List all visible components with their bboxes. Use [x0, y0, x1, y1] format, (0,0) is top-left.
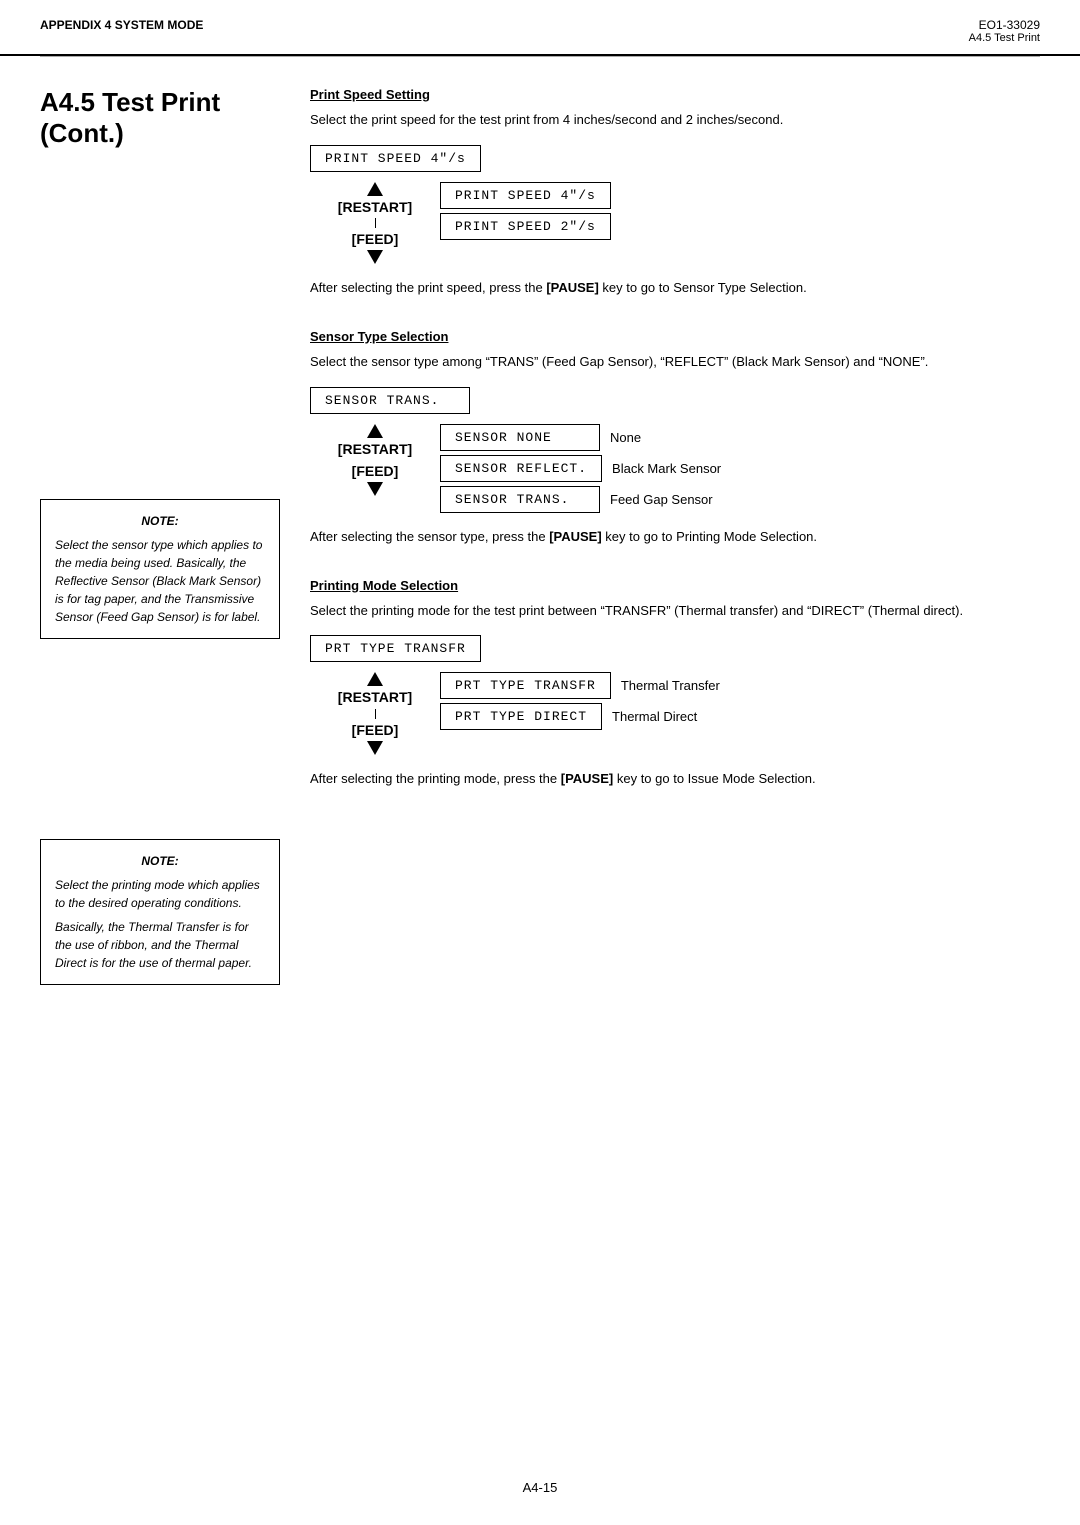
- header-right: EO1-33029 A4.5 Test Print: [969, 18, 1040, 44]
- sensor-note-title: NOTE:: [55, 512, 265, 530]
- sensor-label-3: Feed Gap Sensor: [610, 492, 713, 507]
- sensor-right: SENSOR NONE None SENSOR REFLECT. Black M…: [440, 424, 721, 513]
- printing-note-box: NOTE: Select the printing mode which app…: [40, 839, 280, 985]
- flow-left-st: [RESTART] [FEED]: [330, 424, 420, 496]
- sensor-type-title: Sensor Type Selection: [310, 329, 1040, 344]
- sensor-option-1: SENSOR NONE: [440, 424, 600, 451]
- arrow-up-pm: [367, 672, 383, 686]
- arrow-down-ps: [367, 250, 383, 264]
- arrow-down-pm: [367, 741, 383, 755]
- flow-row-ps-1: PRINT SPEED 4"/s: [440, 182, 611, 209]
- print-speed-display: PRINT SPEED 4"/s: [310, 145, 481, 172]
- sensor-row-3: SENSOR TRANS. Feed Gap Sensor: [440, 486, 721, 513]
- restart-label-st: [RESTART]: [338, 440, 412, 458]
- page-footer: A4-15: [0, 1480, 1080, 1495]
- page-number: A4-15: [523, 1480, 558, 1495]
- print-speed-flow: [RESTART] [FEED] PRINT SPEED 4"/s PRINT …: [330, 182, 1040, 264]
- pm-row-1: PRT TYPE TRANSFR Thermal Transfer: [440, 672, 720, 699]
- sensor-row-2: SENSOR REFLECT. Black Mark Sensor: [440, 455, 721, 482]
- page-header: APPENDIX 4 SYSTEM MODE EO1-33029 A4.5 Te…: [0, 0, 1080, 56]
- print-speed-desc: Select the print speed for the test prin…: [310, 110, 1040, 131]
- flow-line-ps: [375, 218, 376, 228]
- printing-mode-section: Printing Mode Selection Select the print…: [310, 578, 1040, 790]
- printing-note-text1: Select the printing mode which applies t…: [55, 876, 265, 912]
- restart-label-ps: [RESTART]: [338, 198, 412, 216]
- printing-mode-after: After selecting the printing mode, press…: [310, 769, 1040, 790]
- section-ref: A4.5 Test Print: [969, 32, 1040, 44]
- flow-left-pm: [RESTART] [FEED]: [330, 672, 420, 754]
- flow-line-pm: [375, 709, 376, 719]
- printing-note-title: NOTE:: [55, 852, 265, 870]
- sensor-note-box: NOTE: Select the sensor type which appli…: [40, 499, 280, 639]
- printing-mode-title: Printing Mode Selection: [310, 578, 1040, 593]
- pm-option-2: PRT TYPE DIRECT: [440, 703, 602, 730]
- printing-mode-desc: Select the printing mode for the test pr…: [310, 601, 1040, 622]
- print-speed-diagram: PRINT SPEED 4"/s [RESTART] [FEED]: [310, 145, 1040, 264]
- print-speed-after: After selecting the print speed, press t…: [310, 278, 1040, 299]
- header-appendix: APPENDIX 4 SYSTEM MODE: [40, 18, 203, 32]
- section-title: A4.5 Test Print (Cont.): [40, 87, 280, 149]
- main-content: A4.5 Test Print (Cont.) NOTE: Select the…: [0, 57, 1080, 1045]
- sensor-type-section: Sensor Type Selection Select the sensor …: [310, 329, 1040, 548]
- sensor-label-2: Black Mark Sensor: [612, 461, 721, 476]
- sensor-option-2: SENSOR REFLECT.: [440, 455, 602, 482]
- printing-mode-flow: [RESTART] [FEED] PRT TYPE TRANSFR Therma…: [330, 672, 1040, 754]
- doc-number: EO1-33029: [969, 18, 1040, 32]
- feed-label-ps: [FEED]: [352, 230, 399, 248]
- print-speed-title: Print Speed Setting: [310, 87, 1040, 102]
- sensor-row-1: SENSOR NONE None: [440, 424, 721, 451]
- right-content: Print Speed Setting Select the print spe…: [300, 87, 1040, 1005]
- pm-label-1: Thermal Transfer: [621, 678, 720, 693]
- pm-row-2: PRT TYPE DIRECT Thermal Direct: [440, 703, 720, 730]
- printing-mode-display: PRT TYPE TRANSFR: [310, 635, 481, 662]
- print-speed-section: Print Speed Setting Select the print spe…: [310, 87, 1040, 299]
- spacer-top: [40, 179, 280, 499]
- printing-mode-right: PRT TYPE TRANSFR Thermal Transfer PRT TY…: [440, 672, 720, 730]
- sensor-label-1: None: [610, 430, 641, 445]
- sensor-type-display: SENSOR TRANS.: [310, 387, 470, 414]
- sensor-type-desc: Select the sensor type among “TRANS” (Fe…: [310, 352, 1040, 373]
- arrow-down-st: [367, 482, 383, 496]
- feed-label-st: [FEED]: [352, 462, 399, 480]
- restart-label-pm: [RESTART]: [338, 688, 412, 706]
- ps-option-2: PRINT SPEED 2"/s: [440, 213, 611, 240]
- arrow-up-ps: [367, 182, 383, 196]
- printing-mode-diagram: PRT TYPE TRANSFR [RESTART] [FEED]: [310, 635, 1040, 754]
- pm-option-1: PRT TYPE TRANSFR: [440, 672, 611, 699]
- sensor-type-after: After selecting the sensor type, press t…: [310, 527, 1040, 548]
- flow-row-ps-2: PRINT SPEED 2"/s: [440, 213, 611, 240]
- sensor-note-text: Select the sensor type which applies to …: [55, 536, 265, 626]
- sensor-flow: [RESTART] [FEED] SENSOR NONE None SENSOR…: [330, 424, 1040, 513]
- printing-note-text2: Basically, the Thermal Transfer is for t…: [55, 918, 265, 972]
- flow-right-ps: PRINT SPEED 4"/s PRINT SPEED 2"/s: [440, 182, 611, 240]
- ps-option-1: PRINT SPEED 4"/s: [440, 182, 611, 209]
- left-sidebar: A4.5 Test Print (Cont.) NOTE: Select the…: [40, 87, 300, 1005]
- pm-label-2: Thermal Direct: [612, 709, 697, 724]
- arrow-up-st: [367, 424, 383, 438]
- spacer-mid: [40, 659, 280, 839]
- sensor-option-3: SENSOR TRANS.: [440, 486, 600, 513]
- flow-left-ps: [RESTART] [FEED]: [330, 182, 420, 264]
- page-wrapper: APPENDIX 4 SYSTEM MODE EO1-33029 A4.5 Te…: [0, 0, 1080, 1525]
- sensor-type-diagram: SENSOR TRANS. [RESTART] [FEED] SENSOR NO…: [310, 387, 1040, 513]
- feed-label-pm: [FEED]: [352, 721, 399, 739]
